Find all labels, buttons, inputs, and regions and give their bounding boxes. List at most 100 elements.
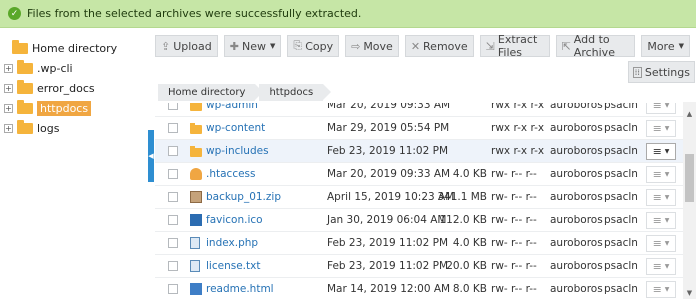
tree-item-logs[interactable]: + logs xyxy=(0,119,148,137)
caret-down-icon: ▼ xyxy=(664,216,670,224)
file-row[interactable]: index.php Feb 23, 2019 11:02 PM 4.0 KB rw- … xyxy=(155,232,683,255)
row-menu-button[interactable]: ≡ ▼ xyxy=(646,119,676,137)
remove-button[interactable]: ✕ Remove xyxy=(404,35,474,57)
extract-icon: ⇲ xyxy=(485,39,495,53)
file-row[interactable]: wp-content Mar 29, 2019 05:54 PM rwx r-x r… xyxy=(155,117,683,140)
file-modified-date: Mar 20, 2019 09:33 AM xyxy=(327,103,451,111)
more-button[interactable]: More ▼ xyxy=(641,35,690,57)
caret-down-icon: ▼ xyxy=(664,147,670,155)
add-to-archive-button[interactable]: ⇱ Add to Archive xyxy=(555,33,636,59)
file-permissions[interactable]: rw- r-- r-- xyxy=(491,237,537,249)
row-menu-button[interactable]: ≡ ▼ xyxy=(646,188,676,206)
file-manager-main: ⇪ Upload ✚ New ▼ ⎘ Copy ⇨ Move ✕ Remove … xyxy=(155,28,696,299)
move-button[interactable]: ⇨ Move xyxy=(345,35,399,57)
tree-item-label: httpdocs xyxy=(37,100,92,116)
tree-item-error-docs[interactable]: + error_docs xyxy=(0,79,148,97)
file-permissions[interactable]: rwx r-x r-x xyxy=(491,103,544,111)
file-row[interactable]: readme.html Mar 14, 2019 12:00 AM 8.0 KB rw… xyxy=(155,278,683,299)
file-group: psacln xyxy=(604,214,638,226)
file-permissions[interactable]: rwx r-x r-x xyxy=(491,122,544,134)
file-row[interactable]: backup_01.zip April 15, 2019 10:23 AM 341.… xyxy=(155,186,683,209)
new-label: New xyxy=(241,39,266,53)
file-row[interactable]: .htaccess Mar 20, 2019 09:33 AM 4.0 KB rw- … xyxy=(155,163,683,186)
file-row[interactable]: license.txt Feb 23, 2019 11:02 PM 20.0 KB r… xyxy=(155,255,683,278)
row-menu-button[interactable]: ≡ ▼ xyxy=(646,234,676,252)
file-user: auroboros xyxy=(550,122,603,134)
hamburger-icon: ≡ xyxy=(652,259,662,273)
breadcrumb-home[interactable]: Home directory xyxy=(158,84,264,101)
extract-label: Extract Files xyxy=(497,33,538,59)
hamburger-icon: ≡ xyxy=(652,144,662,158)
tree-item-wp-cli[interactable]: + .wp-cli xyxy=(0,59,148,77)
file-group: psacln xyxy=(604,168,638,180)
row-menu-button[interactable]: ≡ ▼ xyxy=(646,103,676,114)
success-banner: ✓ Files from the selected archives were … xyxy=(0,0,696,28)
file-row[interactable]: wp-admin Mar 20, 2019 09:33 AM rwx r-x r-x… xyxy=(155,103,683,117)
upload-button[interactable]: ⇪ Upload xyxy=(155,35,218,57)
scrollbar[interactable]: ▲ ▼ xyxy=(683,102,696,299)
hamburger-icon: ≡ xyxy=(652,167,662,181)
caret-down-icon: ▼ xyxy=(664,262,670,270)
file-group: psacln xyxy=(604,283,638,295)
row-checkbox[interactable] xyxy=(168,103,178,110)
row-menu-button[interactable]: ≡ ▼ xyxy=(646,142,676,160)
file-modified-date: Mar 29, 2019 05:54 PM xyxy=(327,122,450,134)
settings-grid-icon: ⁞⁞ xyxy=(632,66,642,78)
file-row[interactable]: wp-includes Feb 23, 2019 11:02 PM rwx r-x … xyxy=(155,140,683,163)
file-name-link[interactable]: wp-content xyxy=(206,122,265,134)
folder-icon xyxy=(17,59,33,74)
collapse-panel-handle[interactable]: ◀ xyxy=(148,130,154,182)
new-button[interactable]: ✚ New ▼ xyxy=(223,35,282,57)
row-menu-button[interactable]: ≡ ▼ xyxy=(646,165,676,183)
expand-icon[interactable]: + xyxy=(4,123,13,133)
folder-icon xyxy=(190,103,202,111)
file-size: 112.0 KB xyxy=(439,214,488,226)
upload-icon: ⇪ xyxy=(161,39,171,53)
file-name-link[interactable]: wp-admin xyxy=(206,103,258,111)
row-menu-button[interactable]: ≡ ▼ xyxy=(646,280,676,298)
file-permissions[interactable]: rw- r-- r-- xyxy=(491,283,537,295)
row-menu-button[interactable]: ≡ ▼ xyxy=(646,257,676,275)
scroll-up-arrow[interactable]: ▲ xyxy=(683,110,696,118)
expand-icon[interactable]: + xyxy=(4,103,13,113)
file-permissions[interactable]: rw- r-- r-- xyxy=(491,260,537,272)
add-archive-label: Add to Archive xyxy=(573,33,615,59)
file-permissions[interactable]: rw- r-- r-- xyxy=(491,191,537,203)
scroll-down-arrow[interactable]: ▼ xyxy=(683,289,696,297)
scrollbar-thumb[interactable] xyxy=(685,154,694,202)
copy-button[interactable]: ⎘ Copy xyxy=(287,35,340,57)
file-name-link[interactable]: wp-includes xyxy=(206,145,269,157)
tree-item-label: .wp-cli xyxy=(37,61,73,75)
caret-down-icon: ▼ xyxy=(664,170,670,178)
extract-files-button[interactable]: ⇲ Extract Files xyxy=(479,33,550,59)
tree-item-label: error_docs xyxy=(37,81,95,95)
file-list: wp-admin Mar 20, 2019 09:33 AM rwx r-x r-x… xyxy=(155,103,683,299)
breadcrumb-httpdocs[interactable]: httpdocs xyxy=(259,84,331,101)
file-user: auroboros xyxy=(550,168,603,180)
file-group: psacln xyxy=(604,145,638,157)
caret-down-icon: ▼ xyxy=(664,193,670,201)
file-modified-date: Feb 23, 2019 11:02 PM xyxy=(327,145,449,157)
file-group: psacln xyxy=(604,260,638,272)
tree-root-home[interactable]: Home directory xyxy=(0,39,148,56)
caret-down-icon: ▼ xyxy=(269,42,276,50)
file-permissions[interactable]: rwx r-x r-x xyxy=(491,145,544,157)
hamburger-icon: ≡ xyxy=(652,213,662,227)
upload-label: Upload xyxy=(173,39,212,53)
settings-button[interactable]: ⁞⁞ Settings xyxy=(627,61,695,83)
expand-icon[interactable]: + xyxy=(4,63,13,73)
move-label: Move xyxy=(363,39,393,53)
file-size: 341.1 MB xyxy=(437,191,487,203)
hamburger-icon: ≡ xyxy=(652,236,662,250)
expand-icon[interactable]: + xyxy=(4,83,13,93)
hamburger-icon: ≡ xyxy=(652,103,662,112)
row-checkbox[interactable] xyxy=(168,146,178,156)
tree-item-httpdocs[interactable]: + httpdocs xyxy=(0,99,148,117)
row-checkbox[interactable] xyxy=(168,123,178,133)
file-permissions[interactable]: rw- r-- r-- xyxy=(491,168,537,180)
file-permissions[interactable]: rw- r-- r-- xyxy=(491,214,537,226)
file-row[interactable]: favicon.ico Jan 30, 2019 06:04 AM 112.0 KB… xyxy=(155,209,683,232)
folder-icon xyxy=(190,123,202,134)
row-menu-button[interactable]: ≡ ▼ xyxy=(646,211,676,229)
caret-down-icon: ▼ xyxy=(678,42,684,50)
